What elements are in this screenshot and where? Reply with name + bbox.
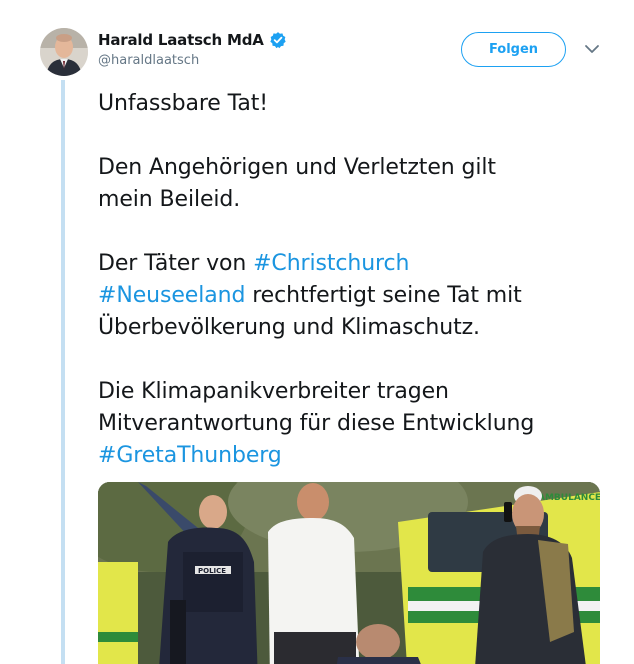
hashtag-gretathunberg-link[interactable]: #GretaThunberg	[98, 443, 282, 468]
author-handle[interactable]: @haraldlaatsch	[98, 53, 287, 68]
tweet-text-line: Die Klimapanikverbreiter tragen	[98, 379, 449, 404]
follow-button[interactable]: Folgen	[461, 32, 566, 67]
tweet-text-line: Unfassbare Tat!	[98, 91, 268, 116]
tweet-paragraph-3: Der Täter von #Christchurch #Neuseeland r…	[98, 248, 618, 344]
media-photo-illustration: AMBULANCE POLICE	[98, 482, 600, 664]
hashtag-neuseeland-link[interactable]: #Neuseeland	[98, 283, 245, 308]
avatar[interactable]	[40, 28, 88, 76]
tweet-text-line: mein Beileid.	[98, 187, 241, 212]
tweet-paragraph-2: Den Angehörigen und Verletzten gilt mein …	[98, 152, 618, 216]
tweet-text: Unfassbare Tat! Den Angehörigen und Verl…	[98, 88, 618, 472]
tweet-text-line: Mitverantwortung für diese Entwicklung	[98, 411, 535, 436]
tweet-container: Harald Laatsch MdA @haraldlaatsch Folgen…	[0, 0, 634, 664]
hashtag-christchurch-link[interactable]: #Christchurch	[253, 251, 409, 276]
avatar-photo	[40, 28, 88, 76]
police-vest-lettering: POLICE	[198, 567, 226, 575]
chevron-down-icon[interactable]	[584, 43, 600, 55]
ambulance-lettering: AMBULANCE	[538, 493, 600, 503]
author-name-row: Harald Laatsch MdA	[98, 30, 287, 50]
thread-connector-line	[61, 80, 65, 664]
tweet-text-line: Den Angehörigen und Verletzten gilt	[98, 155, 496, 180]
tweet-text-segment: Der Täter von	[98, 251, 254, 276]
tweet-text-line: Überbevölkerung und Klimaschutz.	[98, 315, 480, 340]
tweet-paragraph-1: Unfassbare Tat!	[98, 88, 618, 120]
tweet-media-photo[interactable]: AMBULANCE POLICE	[98, 482, 600, 664]
verified-badge-icon	[270, 32, 286, 49]
author-block: Harald Laatsch MdA @haraldlaatsch	[98, 30, 287, 68]
tweet-text-segment: rechtfertigt seine Tat mit	[245, 283, 522, 308]
tweet-paragraph-4: Die Klimapanikverbreiter tragen Mitverant…	[98, 376, 618, 472]
author-display-name[interactable]: Harald Laatsch MdA	[98, 31, 264, 49]
